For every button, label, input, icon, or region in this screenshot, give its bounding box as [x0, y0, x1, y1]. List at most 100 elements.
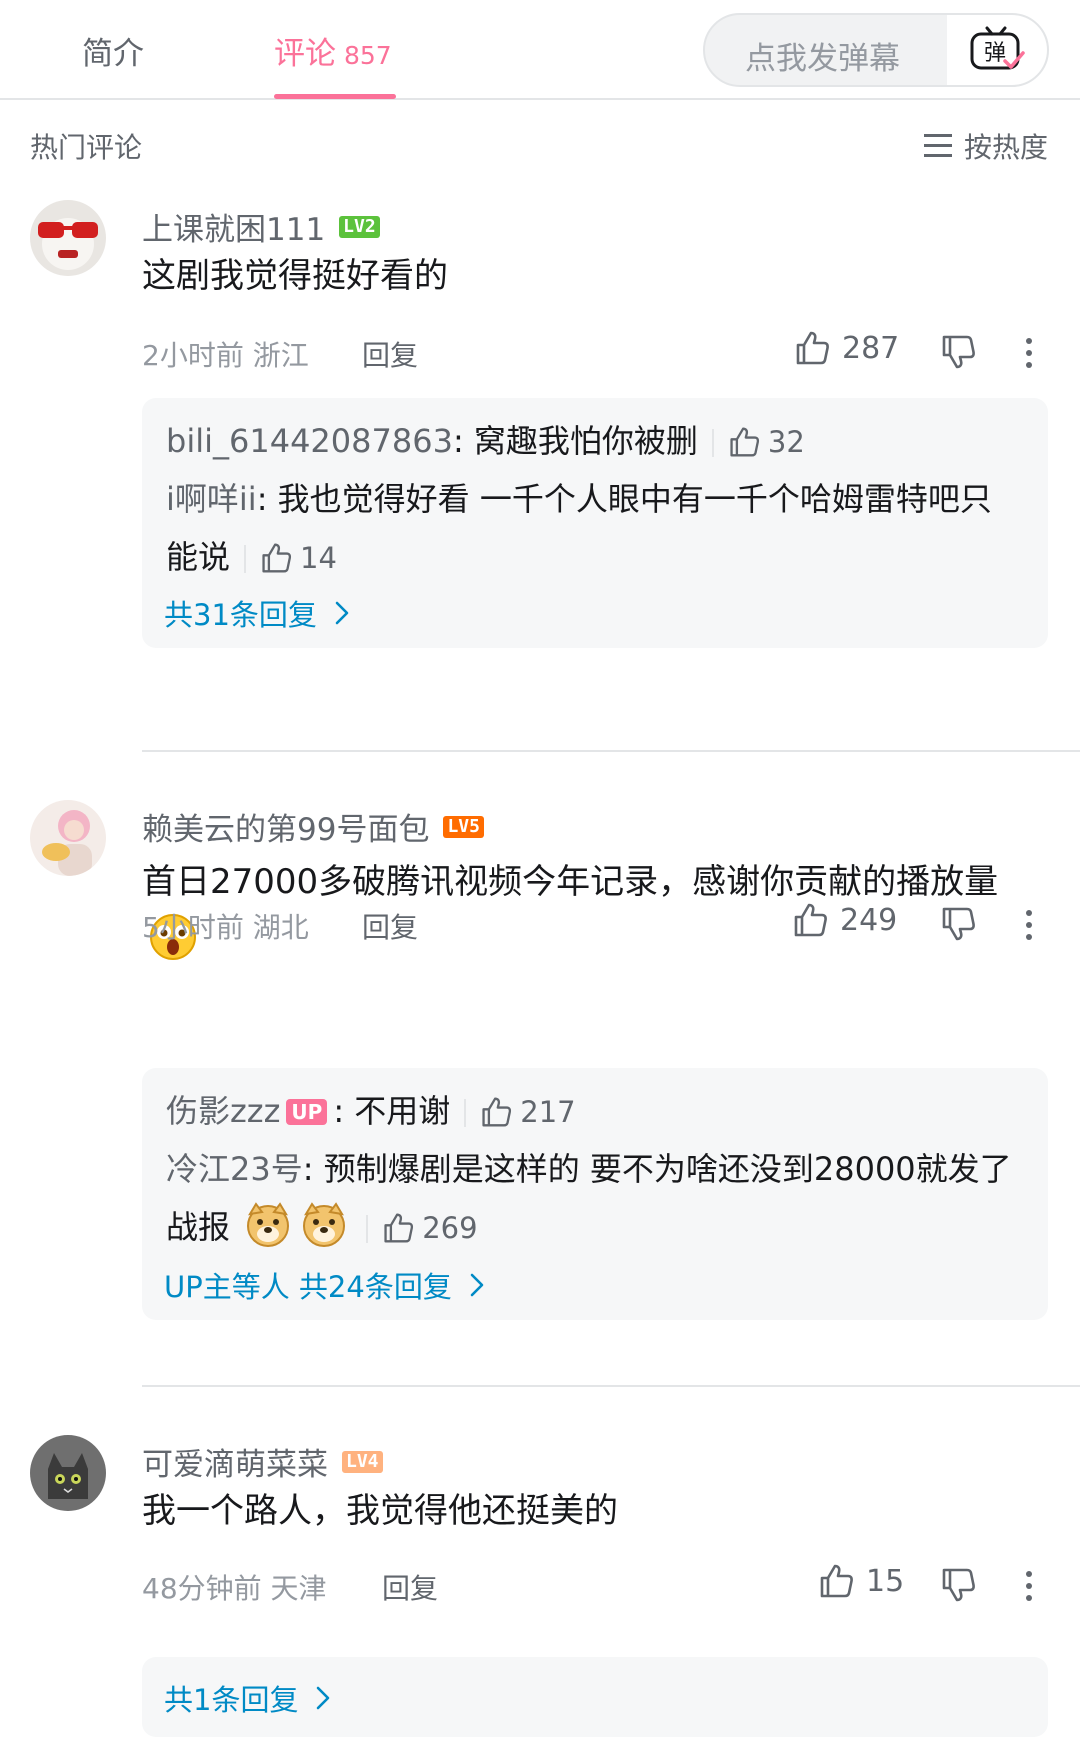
view-more-replies-link[interactable]: 共31条回复 — [164, 592, 349, 634]
sub-reply-username: 伤影zzz — [166, 1092, 281, 1130]
comment-meta: 2小时前 浙江 — [142, 334, 309, 374]
like-button[interactable]: 15 — [818, 1563, 904, 1599]
chevron-right-icon — [335, 601, 349, 625]
comment-time: 5小时前 — [142, 911, 244, 944]
danmaku-glyph: 弹 — [984, 41, 1006, 66]
username-text: 赖美云的第99号面包 — [142, 812, 430, 848]
sub-reply-text: 窝趣我怕你被删 — [473, 422, 698, 460]
sub-reply[interactable]: 冷江23号: 预制爆剧是这样的 要不为啥还没到28000就发了战报 269 — [166, 1140, 1018, 1257]
thumbs-down-icon[interactable] — [940, 334, 976, 370]
comments-count: 857 — [344, 41, 392, 70]
comment-username[interactable]: 赖美云的第99号面包 LV5 — [142, 804, 484, 849]
top-bar: 简介 评论 857 点我发弹幕 弹 — [0, 0, 1080, 100]
level-badge: LV2 — [339, 215, 380, 238]
sub-reply-username: i啊咩ii — [166, 480, 257, 518]
danmaku-toggle-button[interactable]: 弹 — [947, 15, 1047, 85]
sub-reply-text: 不用谢 — [354, 1092, 451, 1130]
thumbs-down-icon[interactable] — [940, 1567, 976, 1603]
comment-location: 浙江 — [252, 339, 309, 372]
comment-username[interactable]: 上课就困111 LV2 — [142, 204, 380, 249]
more-options-icon[interactable] — [1024, 910, 1034, 946]
menu-icon — [923, 134, 952, 158]
sub-reply-like-count: 14 — [300, 541, 337, 575]
sort-label: 按热度 — [963, 131, 1048, 164]
level-badge: LV4 — [342, 1450, 383, 1473]
sub-reply-like[interactable]: 217 — [480, 1095, 576, 1129]
sub-reply-like[interactable]: 14 — [260, 541, 337, 575]
separator — [711, 429, 714, 457]
more-replies-label: 共1条回复 — [164, 1683, 299, 1717]
avatar[interactable] — [30, 1435, 106, 1511]
sub-reply-like[interactable]: 32 — [728, 425, 805, 459]
reply-preview-box: 伤影zzz UP: 不用谢 217 冷江23号: 预制爆剧是这样的 要不为啥还没到2… — [142, 1068, 1048, 1320]
thumbs-up-icon — [794, 903, 827, 937]
comment-divider — [142, 750, 1080, 752]
sub-reply-username: bili_61442087863 — [166, 422, 453, 460]
separator — [464, 1099, 467, 1127]
avatar[interactable] — [30, 800, 106, 876]
comment-username[interactable]: 可爱滴萌菜菜 LV4 — [142, 1439, 383, 1484]
like-button[interactable]: 287 — [794, 330, 899, 366]
active-tab-indicator — [274, 94, 396, 99]
danmaku-tv-icon: 弹 — [970, 26, 1025, 70]
username-text: 上课就困111 — [142, 212, 326, 248]
comment-meta: 5小时前 湖北 — [142, 906, 309, 946]
thumbs-down-icon[interactable] — [940, 906, 976, 942]
avatar[interactable] — [30, 200, 106, 276]
thumbs-up-icon — [730, 427, 759, 457]
danmaku-input[interactable]: 点我发弹幕 — [745, 33, 900, 78]
view-more-replies-link[interactable]: 共1条回复 — [164, 1677, 330, 1719]
reply-button[interactable]: 回复 — [362, 906, 418, 946]
doge-emoji-icon — [303, 1202, 346, 1247]
doge-emoji-icon — [247, 1202, 290, 1247]
up-badge: UP — [286, 1099, 328, 1125]
sub-reply-like-count: 217 — [520, 1095, 576, 1129]
sub-reply[interactable]: i啊咩ii: 我也觉得好看 一千个人眼中有一千个哈姆雷特吧只能说 14 — [166, 470, 1018, 587]
reply-preview-box: 共1条回复 — [142, 1657, 1048, 1737]
danmaku-bar: 点我发弹幕 弹 — [703, 13, 1049, 87]
reply-preview-box: bili_61442087863: 窝趣我怕你被删 32 i啊咩ii: 我也觉得好… — [142, 398, 1048, 648]
sort-button[interactable]: 按热度 — [923, 126, 1048, 166]
separator — [244, 545, 247, 573]
sub-reply-like-count: 32 — [767, 425, 805, 459]
like-count: 249 — [840, 902, 898, 938]
comment-item: 上课就困111 LV2 这剧我觉得挺好看的 2小时前 浙江 回复 287 bil… — [0, 200, 1080, 680]
more-options-icon[interactable] — [1024, 338, 1034, 374]
comment-location: 天津 — [270, 1572, 327, 1605]
thumbs-up-icon — [796, 331, 829, 365]
comment-divider — [142, 1385, 1080, 1387]
more-replies-label: UP主等人 共24条回复 — [164, 1270, 452, 1304]
comment-item: 可爱滴萌菜菜 LV4 我一个路人，我觉得他还挺美的 48分钟前 天津 回复 15… — [0, 1435, 1080, 1737]
like-count: 15 — [866, 1563, 905, 1599]
level-badge: LV5 — [443, 815, 484, 838]
sub-reply-username: 冷江23号 — [166, 1150, 303, 1188]
like-count: 287 — [842, 330, 900, 366]
reply-button[interactable]: 回复 — [382, 1567, 438, 1607]
hot-comments-title: 热门评论 — [30, 131, 143, 164]
tab-comments[interactable]: 评论 857 — [274, 28, 392, 73]
separator — [366, 1215, 369, 1243]
sub-reply-like[interactable]: 269 — [382, 1211, 478, 1245]
sub-reply-like-count: 269 — [422, 1211, 478, 1245]
view-more-replies-link[interactable]: UP主等人 共24条回复 — [164, 1264, 484, 1306]
comment-text: 我一个路人，我觉得他还挺美的 — [142, 1491, 618, 1531]
chevron-right-icon — [317, 1686, 330, 1710]
tab-comments-label: 评论 — [274, 36, 336, 72]
comment-time: 2小时前 — [142, 339, 244, 372]
more-options-icon[interactable] — [1024, 1571, 1034, 1607]
comment-text: 这剧我觉得挺好看的 — [142, 256, 448, 296]
comment-location: 湖北 — [252, 911, 309, 944]
chevron-right-icon — [470, 1273, 484, 1297]
thumbs-up-icon — [384, 1213, 414, 1243]
comment-time: 48分钟前 — [142, 1572, 262, 1605]
more-replies-label: 共31条回复 — [164, 598, 317, 632]
thumbs-up-icon — [820, 1564, 853, 1598]
thumbs-up-icon — [262, 543, 292, 573]
tab-intro[interactable]: 简介 — [82, 28, 144, 73]
thumbs-up-icon — [482, 1097, 512, 1127]
like-button[interactable]: 249 — [792, 902, 897, 938]
comment-item: 赖美云的第99号面包 LV5 首日27000多破腾讯视频今年记录，感谢你贡献的播… — [0, 800, 1080, 1360]
sub-reply[interactable]: bili_61442087863: 窝趣我怕你被删 32 — [166, 412, 1018, 471]
reply-button[interactable]: 回复 — [362, 334, 418, 374]
sub-reply[interactable]: 伤影zzz UP: 不用谢 217 — [166, 1082, 1018, 1141]
